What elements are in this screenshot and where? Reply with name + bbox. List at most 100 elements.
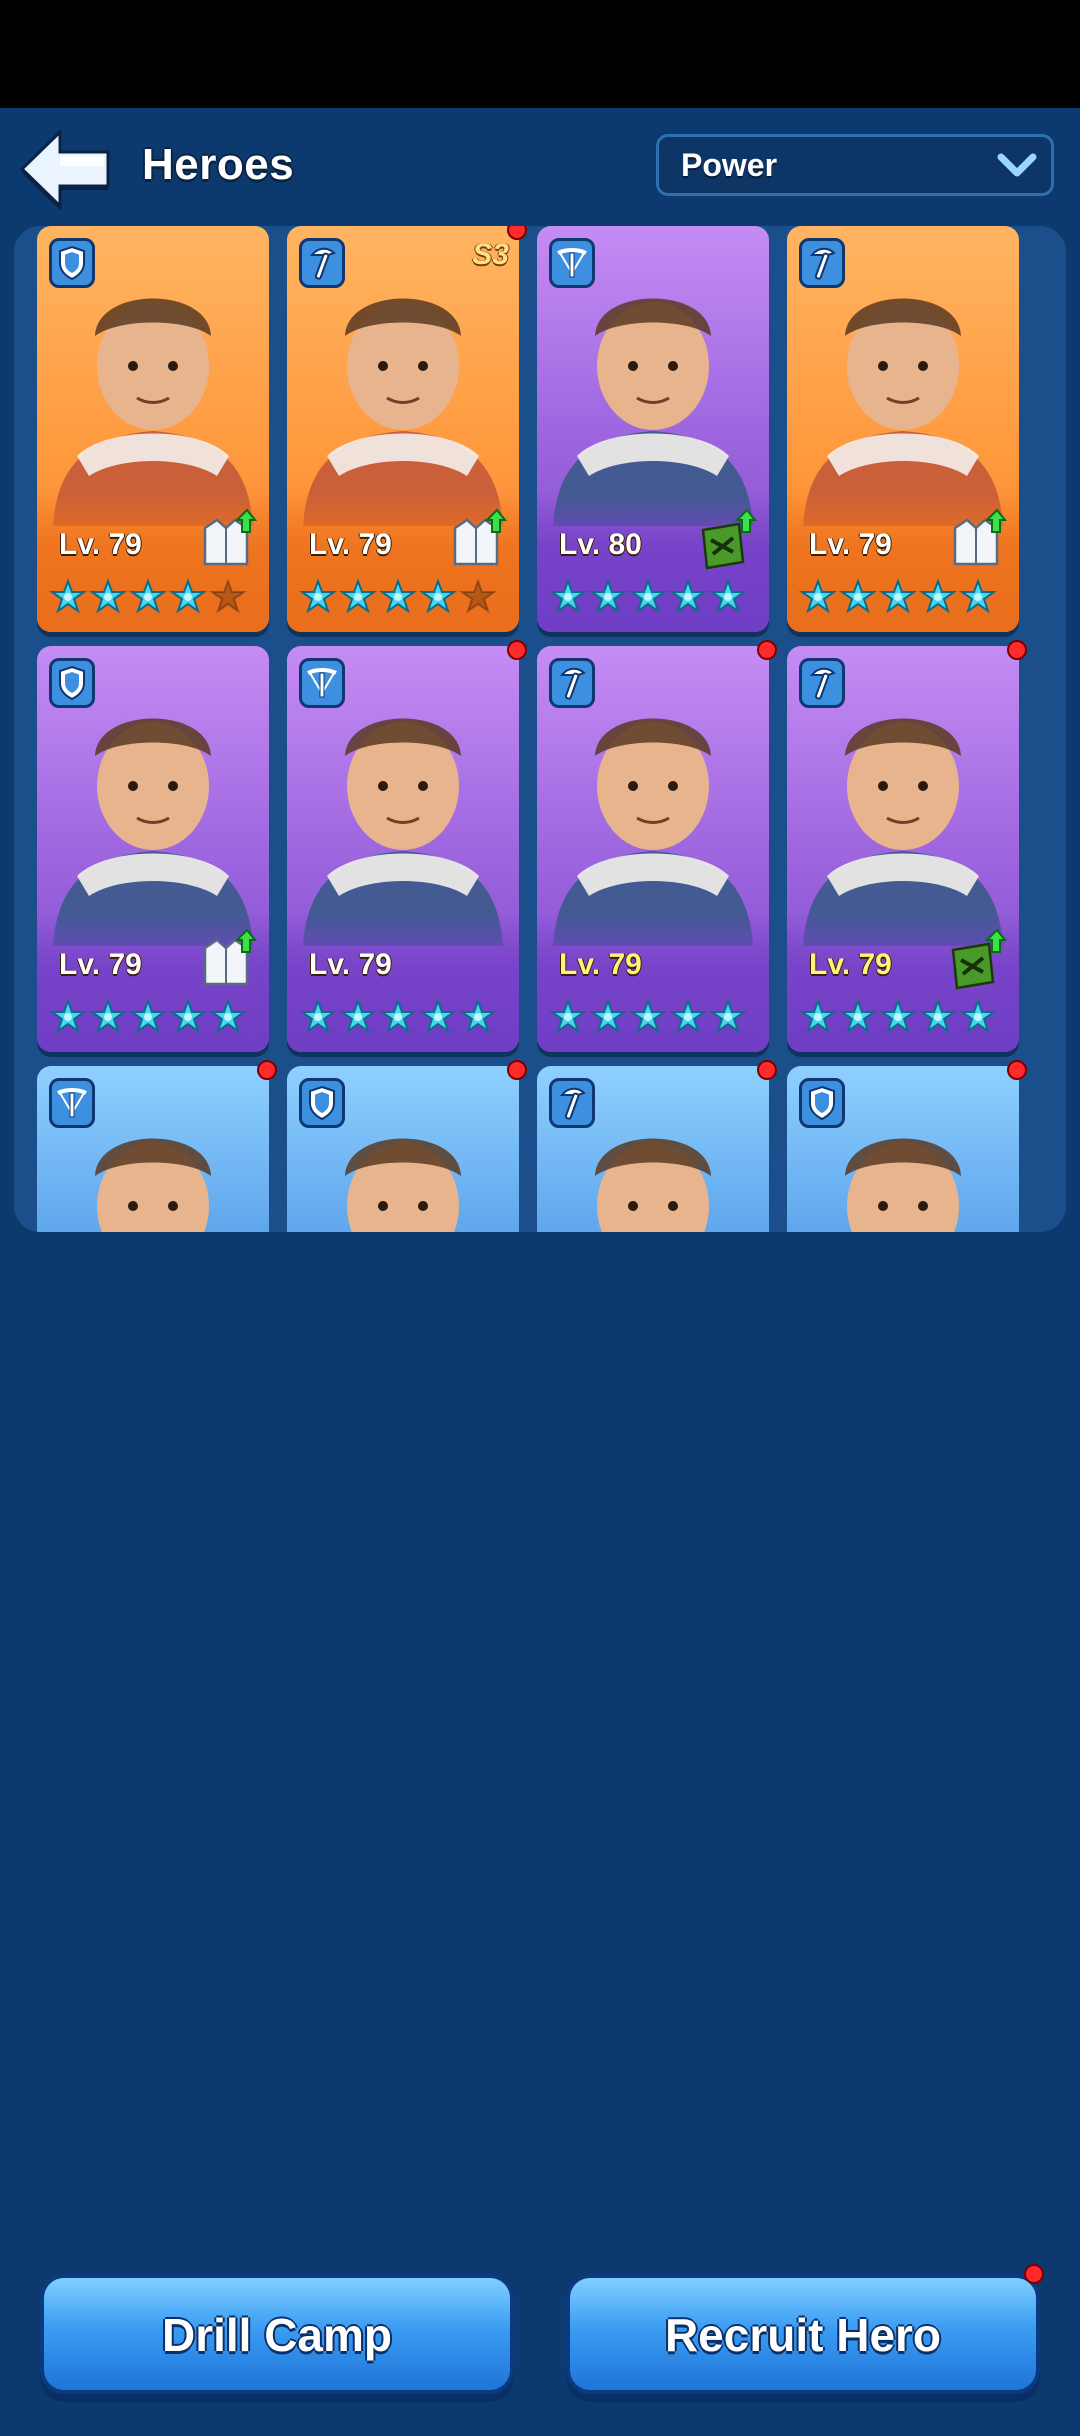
star-filled-icon	[549, 578, 587, 614]
star-filled-icon	[419, 578, 457, 614]
manual-upgrade-icon	[701, 508, 757, 570]
hero-card[interactable]: Lv. 79	[287, 646, 519, 1052]
pickaxe-role-badge	[799, 658, 845, 708]
hero-card[interactable]: Lv. 79	[787, 226, 1019, 632]
shield-role-badge	[799, 1078, 845, 1128]
hero-card[interactable]: S3 Lv. 79	[287, 226, 519, 632]
coat-upgrade-icon	[453, 508, 507, 566]
star-filled-icon	[629, 578, 667, 614]
star-rating	[799, 578, 1011, 618]
hero-level: Lv. 80	[559, 528, 642, 561]
crossbow-icon	[557, 248, 587, 278]
star-filled-icon	[589, 998, 627, 1034]
star-filled-icon	[709, 998, 747, 1034]
recruit-hero-button[interactable]: Recruit Hero	[566, 2274, 1040, 2394]
drill-camp-button[interactable]: Drill Camp	[40, 2274, 514, 2394]
shield-icon	[809, 1085, 835, 1121]
sort-dropdown[interactable]: Power	[656, 134, 1054, 196]
notification-dot	[507, 1060, 527, 1080]
star-filled-icon	[49, 998, 87, 1034]
star-filled-icon	[339, 998, 377, 1034]
hero-level: Lv. 79	[59, 528, 142, 561]
crossbow-role-badge	[299, 658, 345, 708]
pickaxe-role-badge	[549, 1078, 595, 1128]
star-filled-icon	[669, 578, 707, 614]
star-filled-icon	[299, 998, 337, 1034]
crossbow-role-badge	[549, 238, 595, 288]
notification-dot	[1007, 640, 1027, 660]
star-filled-icon	[879, 578, 917, 614]
shield-icon	[59, 665, 85, 701]
hero-card[interactable]: Lv. 79	[37, 226, 269, 632]
star-rating	[799, 998, 1011, 1038]
star-filled-icon	[799, 998, 837, 1034]
star-filled-icon	[169, 578, 207, 614]
star-rating	[49, 998, 261, 1038]
coat-upgrade-icon	[203, 508, 257, 566]
hero-card[interactable]: Lv. 79	[37, 1066, 269, 1232]
crossbow-role-badge	[49, 1078, 95, 1128]
star-filled-icon	[209, 998, 247, 1034]
notification-dot	[757, 640, 777, 660]
coat-upgrade-icon	[953, 508, 1007, 566]
pickaxe-icon	[809, 247, 836, 280]
hero-card[interactable]: Lv. 79	[787, 1066, 1019, 1232]
hero-card[interactable]: Lv. 80	[537, 226, 769, 632]
star-filled-icon	[839, 578, 877, 614]
star-filled-icon	[589, 578, 627, 614]
star-rating	[299, 578, 511, 618]
recruit-hero-label: Recruit Hero	[664, 2309, 942, 2361]
star-filled-icon	[959, 998, 997, 1034]
star-filled-icon	[89, 998, 127, 1034]
star-empty-icon	[209, 578, 247, 614]
hero-card[interactable]: Lv. 79	[787, 646, 1019, 1052]
star-filled-icon	[839, 998, 877, 1034]
hero-card[interactable]: Lv. 79	[287, 1066, 519, 1232]
header: Heroes Power	[0, 108, 1080, 228]
notification-dot	[757, 1060, 777, 1080]
pickaxe-role-badge	[799, 238, 845, 288]
star-filled-icon	[49, 578, 87, 614]
star-filled-icon	[709, 578, 747, 614]
star-filled-icon	[89, 578, 127, 614]
pickaxe-role-badge	[299, 238, 345, 288]
hero-level: Lv. 79	[309, 528, 392, 561]
hero-card[interactable]: Lv. 79	[37, 646, 269, 1052]
star-rating	[299, 998, 511, 1038]
star-filled-icon	[419, 998, 457, 1034]
hero-level: Lv. 79	[809, 948, 892, 981]
back-arrow-icon	[19, 128, 110, 210]
star-rating	[549, 578, 761, 618]
chevron-down-icon	[997, 153, 1037, 177]
star-filled-icon	[129, 578, 167, 614]
star-empty-icon	[459, 578, 497, 614]
pickaxe-icon	[809, 667, 836, 700]
star-filled-icon	[299, 578, 337, 614]
hero-level: Lv. 79	[809, 528, 892, 561]
hero-grid[interactable]: Lv. 79 S3 Lv. 79 Lv. 80 Lv. 79 Lv. 79 Lv. 79 Lv…	[14, 226, 1066, 1232]
star-filled-icon	[339, 578, 377, 614]
star-filled-icon	[169, 998, 207, 1034]
star-filled-icon	[459, 998, 497, 1034]
notification-dot	[257, 1060, 277, 1080]
sort-dropdown-label: Power	[681, 147, 778, 183]
star-filled-icon	[379, 998, 417, 1034]
star-filled-icon	[379, 578, 417, 614]
shield-role-badge	[299, 1078, 345, 1128]
pickaxe-icon	[559, 667, 586, 700]
pickaxe-icon	[309, 247, 336, 280]
drill-camp-label: Drill Camp	[161, 2309, 393, 2361]
star-filled-icon	[919, 998, 957, 1034]
status-bar	[0, 0, 1080, 108]
crossbow-icon	[307, 668, 337, 698]
shield-role-badge	[49, 238, 95, 288]
back-button[interactable]	[14, 126, 114, 212]
hero-level: Lv. 79	[559, 948, 642, 981]
hero-level: Lv. 79	[309, 948, 392, 981]
shield-icon	[59, 245, 85, 281]
hero-card[interactable]: Lv. 79	[537, 1066, 769, 1232]
hero-list-panel: Lv. 79 S3 Lv. 79 Lv. 80 Lv. 79 Lv. 79 Lv. 79 Lv…	[14, 226, 1066, 1232]
hero-card[interactable]: Lv. 79	[537, 646, 769, 1052]
coat-upgrade-icon	[203, 928, 257, 986]
pickaxe-role-badge	[549, 658, 595, 708]
